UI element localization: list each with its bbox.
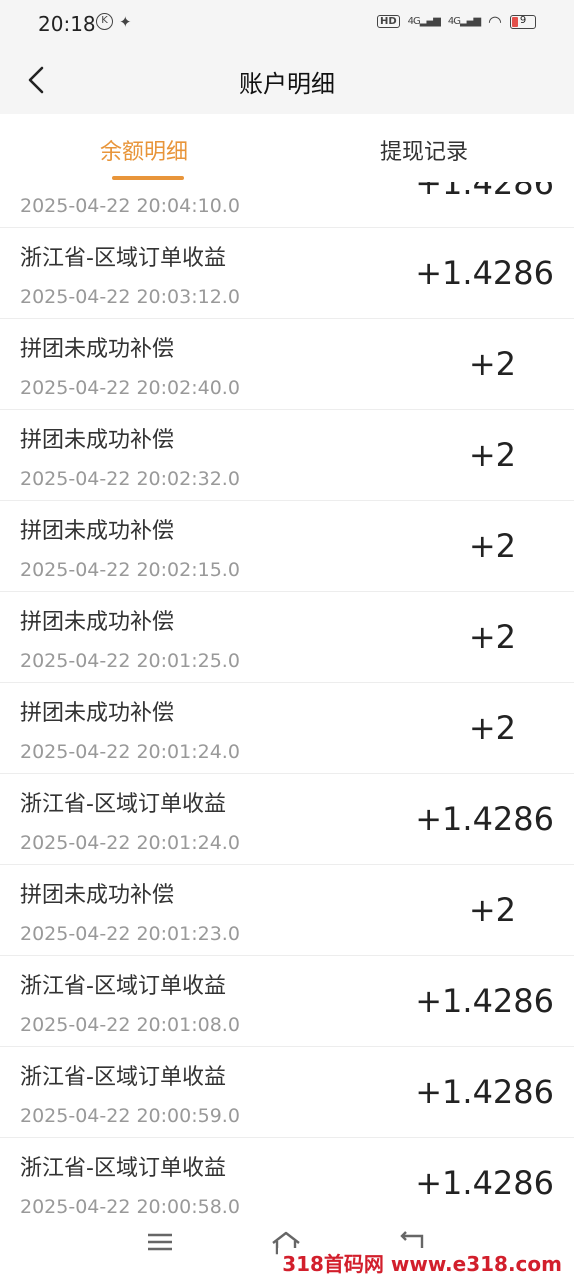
records-list[interactable]: 2025-04-22 20:04:10.0 +1.4286 浙江省-区域订单收益…: [0, 182, 574, 1216]
record-amount: +2: [468, 618, 516, 656]
navbar: 账户明细: [0, 48, 574, 114]
signal-icon-1: 4G▂▄▆: [407, 16, 441, 27]
record-amount: +1.4286: [415, 1164, 554, 1202]
record-amount: +1.4286: [415, 1073, 554, 1111]
record-date: 2025-04-22 20:00:59.0: [20, 1105, 240, 1127]
record-amount: +2: [468, 527, 516, 565]
record-name: 拼团未成功补偿: [20, 519, 175, 544]
record-amount: +2: [468, 709, 516, 747]
list-item[interactable]: 拼团未成功补偿 2025-04-22 20:02:32.0 +2: [0, 410, 574, 501]
tab-bar: 余额明细 提现记录: [0, 114, 574, 182]
k-circle-icon: K: [96, 13, 113, 30]
status-left-icons: K ✦: [96, 13, 132, 31]
signal-icon-2: 4G▂▄▆: [447, 16, 481, 27]
list-item[interactable]: 2025-04-22 20:04:10.0 +1.4286: [0, 182, 574, 228]
record-name: 拼团未成功补偿: [20, 701, 175, 726]
list-item[interactable]: 浙江省-区域订单收益 2025-04-22 20:01:08.0 +1.4286: [0, 956, 574, 1047]
list-item[interactable]: 拼团未成功补偿 2025-04-22 20:01:25.0 +2: [0, 592, 574, 683]
watermark-text: 318首码网 www.e318.com: [278, 1248, 566, 1277]
record-amount: +1.4286: [415, 254, 554, 292]
list-item[interactable]: 浙江省-区域订单收益 2025-04-22 20:00:59.0 +1.4286: [0, 1047, 574, 1138]
record-name: 拼团未成功补偿: [20, 337, 175, 362]
record-date: 2025-04-22 20:00:58.0: [20, 1196, 240, 1216]
record-amount: +2: [468, 891, 516, 929]
status-right-icons: HD 4G▂▄▆ 4G▂▄▆ ◠ 9: [376, 12, 536, 31]
record-amount: +2: [468, 345, 516, 383]
page-title: 账户明细: [239, 70, 335, 98]
list-item[interactable]: 拼团未成功补偿 2025-04-22 20:02:15.0 +2: [0, 501, 574, 592]
record-name: 浙江省-区域订单收益: [20, 1065, 226, 1090]
record-date: 2025-04-22 20:01:24.0: [20, 741, 240, 763]
record-name: 浙江省-区域订单收益: [20, 974, 226, 999]
list-item[interactable]: 浙江省-区域订单收益 2025-04-22 20:00:58.0 +1.4286: [0, 1138, 574, 1216]
battery-level: 9: [519, 14, 527, 26]
tab-withdrawal-records[interactable]: 提现记录: [380, 134, 468, 166]
battery-icon: 9: [510, 14, 536, 29]
record-date: 2025-04-22 20:02:15.0: [20, 559, 240, 581]
list-item[interactable]: 浙江省-区域订单收益 2025-04-22 20:01:24.0 +1.4286: [0, 774, 574, 865]
record-name: 浙江省-区域订单收益: [20, 1156, 226, 1181]
record-date: 2025-04-22 20:01:23.0: [20, 923, 240, 945]
record-amount: +1.4286: [415, 982, 554, 1020]
record-date: 2025-04-22 20:04:10.0: [20, 195, 240, 217]
record-date: 2025-04-22 20:01:24.0: [20, 832, 240, 854]
record-name: 浙江省-区域订单收益: [20, 246, 226, 271]
record-date: 2025-04-22 20:02:40.0: [20, 377, 240, 399]
record-amount: +1.4286: [415, 800, 554, 838]
record-name: 拼团未成功补偿: [20, 610, 175, 635]
record-date: 2025-04-22 20:01:08.0: [20, 1014, 240, 1036]
tab-balance-details[interactable]: 余额明细: [100, 134, 188, 166]
tab-active-indicator: [112, 176, 184, 180]
record-name: 拼团未成功补偿: [20, 428, 175, 453]
hd-icon: HD: [376, 15, 400, 28]
wechat-icon: ✦: [119, 13, 132, 31]
menu-icon[interactable]: [146, 1230, 174, 1254]
record-name: 拼团未成功补偿: [20, 883, 175, 908]
list-item[interactable]: 拼团未成功补偿 2025-04-22 20:02:40.0 +2: [0, 319, 574, 410]
record-date: 2025-04-22 20:03:12.0: [20, 286, 240, 308]
status-time: 20:18: [38, 12, 96, 36]
list-item[interactable]: 拼团未成功补偿 2025-04-22 20:01:24.0 +2: [0, 683, 574, 774]
list-item[interactable]: 拼团未成功补偿 2025-04-22 20:01:23.0 +2: [0, 865, 574, 956]
wifi-icon: ◠: [488, 12, 502, 31]
record-name: 浙江省-区域订单收益: [20, 792, 226, 817]
record-date: 2025-04-22 20:01:25.0: [20, 650, 240, 672]
status-bar: 20:18 K ✦ HD 4G▂▄▆ 4G▂▄▆ ◠ 9: [0, 0, 574, 48]
list-item[interactable]: 浙江省-区域订单收益 2025-04-22 20:03:12.0 +1.4286: [0, 228, 574, 319]
record-amount: +2: [468, 436, 516, 474]
record-amount: +1.4286: [415, 182, 554, 202]
record-date: 2025-04-22 20:02:32.0: [20, 468, 240, 490]
